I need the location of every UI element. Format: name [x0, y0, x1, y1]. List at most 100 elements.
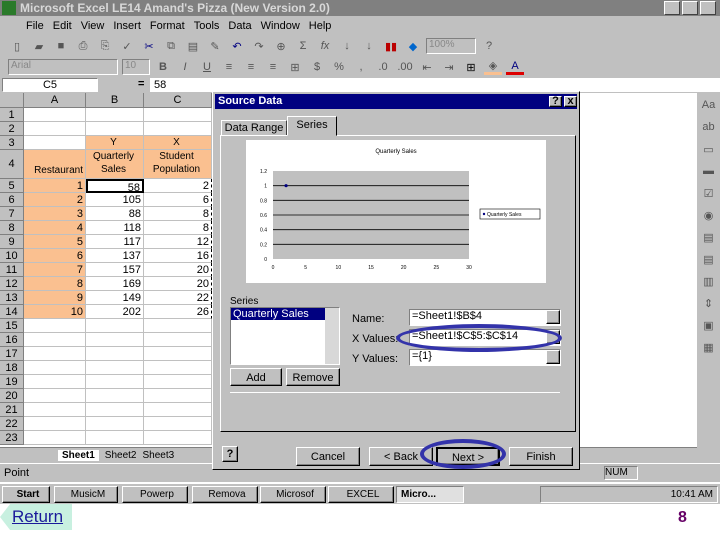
- italic-icon[interactable]: I: [176, 59, 194, 75]
- row-header[interactable]: 11: [0, 263, 24, 277]
- currency-icon[interactable]: $: [308, 59, 326, 75]
- zoom-select[interactable]: 100%: [426, 38, 476, 54]
- row-header[interactable]: 9: [0, 235, 24, 249]
- undo-icon[interactable]: ↶: [228, 38, 246, 54]
- cell[interactable]: 137: [86, 249, 144, 263]
- cell[interactable]: 8: [24, 277, 86, 291]
- cell[interactable]: [86, 375, 144, 389]
- hyperlink-icon[interactable]: ⊕: [272, 38, 290, 54]
- row-header[interactable]: 10: [0, 249, 24, 263]
- tab-series[interactable]: Series: [287, 116, 337, 136]
- row-header[interactable]: 20: [0, 389, 24, 403]
- cell[interactable]: 118: [86, 221, 144, 235]
- listbox-icon[interactable]: ▤: [700, 229, 718, 245]
- cell[interactable]: [86, 122, 144, 136]
- row-header[interactable]: 22: [0, 417, 24, 431]
- cell[interactable]: 8: [144, 207, 212, 221]
- copy-icon[interactable]: ⧉: [162, 38, 180, 54]
- cell[interactable]: 26: [144, 305, 212, 319]
- cell[interactable]: 88: [86, 207, 144, 221]
- font-select[interactable]: Arial: [8, 59, 118, 75]
- autosum-icon[interactable]: Σ: [294, 38, 312, 54]
- combobox-icon[interactable]: ▤: [700, 251, 718, 267]
- cell[interactable]: [144, 403, 212, 417]
- cell[interactable]: [86, 417, 144, 431]
- row-header[interactable]: 15: [0, 319, 24, 333]
- cell[interactable]: 6: [144, 193, 212, 207]
- cell[interactable]: [86, 431, 144, 445]
- taskbar-item[interactable]: EXCEL: [328, 486, 394, 503]
- maximize-button[interactable]: [682, 1, 698, 15]
- cell[interactable]: 58: [86, 179, 144, 193]
- function-icon[interactable]: fx: [316, 38, 334, 54]
- office-assistant-icon[interactable]: ?: [222, 446, 238, 462]
- align-right-icon[interactable]: ≡: [264, 59, 282, 75]
- row-header[interactable]: 1: [0, 108, 24, 122]
- taskbar-item-active[interactable]: Micro...: [396, 486, 464, 503]
- cell[interactable]: [24, 431, 86, 445]
- cell[interactable]: 2: [24, 193, 86, 207]
- dialog-help-button[interactable]: ?: [549, 96, 562, 107]
- cell[interactable]: 8: [144, 221, 212, 235]
- cell[interactable]: [144, 361, 212, 375]
- row-header[interactable]: 6: [0, 193, 24, 207]
- finish-button[interactable]: Finish: [509, 447, 573, 466]
- cell[interactable]: [144, 108, 212, 122]
- percent-icon[interactable]: %: [330, 59, 348, 75]
- tab-data-range[interactable]: Data Range: [221, 120, 287, 136]
- return-link[interactable]: Return: [12, 507, 63, 527]
- decrease-decimal-icon[interactable]: .00: [396, 59, 414, 75]
- cell[interactable]: [144, 431, 212, 445]
- chart-wizard-icon[interactable]: ▮▮: [382, 38, 400, 54]
- menu-edit[interactable]: Edit: [53, 20, 72, 32]
- cell[interactable]: [86, 361, 144, 375]
- column-header[interactable]: B: [86, 93, 144, 108]
- spinner-icon[interactable]: ⇕: [700, 295, 718, 311]
- cell[interactable]: [86, 403, 144, 417]
- row-header[interactable]: 8: [0, 221, 24, 235]
- remove-button[interactable]: Remove: [286, 368, 340, 386]
- cell[interactable]: [24, 361, 86, 375]
- menu-insert[interactable]: Insert: [113, 20, 141, 32]
- cell[interactable]: 22: [144, 291, 212, 305]
- cell[interactable]: [144, 333, 212, 347]
- increase-decimal-icon[interactable]: .0: [374, 59, 392, 75]
- menu-file[interactable]: File: [26, 20, 44, 32]
- cell[interactable]: 2: [144, 179, 212, 193]
- cell[interactable]: [144, 319, 212, 333]
- cell[interactable]: [144, 389, 212, 403]
- menu-view[interactable]: View: [81, 20, 105, 32]
- office-assistant-icon[interactable]: ?: [480, 38, 498, 54]
- cell[interactable]: Student Population: [144, 150, 212, 179]
- cell[interactable]: [24, 417, 86, 431]
- paste-icon[interactable]: ▤: [184, 38, 202, 54]
- cell[interactable]: 6: [24, 249, 86, 263]
- print-preview-icon[interactable]: ⎘: [96, 38, 114, 54]
- row-header[interactable]: 18: [0, 361, 24, 375]
- minimize-button[interactable]: [664, 1, 680, 15]
- borders-icon[interactable]: ⊞: [462, 59, 480, 75]
- start-button[interactable]: Start: [2, 486, 50, 503]
- textbox-icon[interactable]: Aa: [700, 97, 718, 113]
- menu-help[interactable]: Help: [309, 20, 332, 32]
- cell[interactable]: 149: [86, 291, 144, 305]
- tab-sheet1[interactable]: Sheet1: [58, 450, 99, 461]
- cell[interactable]: [24, 389, 86, 403]
- row-header[interactable]: 16: [0, 333, 24, 347]
- collapse-dialog-icon[interactable]: [546, 350, 560, 364]
- name-box[interactable]: C5: [2, 78, 98, 92]
- cell[interactable]: [24, 108, 86, 122]
- spelling-icon[interactable]: ✓: [118, 38, 136, 54]
- cell[interactable]: 4: [24, 221, 86, 235]
- decrease-indent-icon[interactable]: ⇤: [418, 59, 436, 75]
- collapse-dialog-icon[interactable]: [546, 310, 560, 324]
- cell[interactable]: 3: [24, 207, 86, 221]
- properties-icon[interactable]: ▣: [700, 317, 718, 333]
- cell[interactable]: 105: [86, 193, 144, 207]
- label-icon[interactable]: ab: [700, 119, 718, 135]
- cell[interactable]: [24, 347, 86, 361]
- fill-color-icon[interactable]: ◈: [484, 59, 502, 75]
- cell[interactable]: 169: [86, 277, 144, 291]
- comma-icon[interactable]: ,: [352, 59, 370, 75]
- row-header[interactable]: 17: [0, 347, 24, 361]
